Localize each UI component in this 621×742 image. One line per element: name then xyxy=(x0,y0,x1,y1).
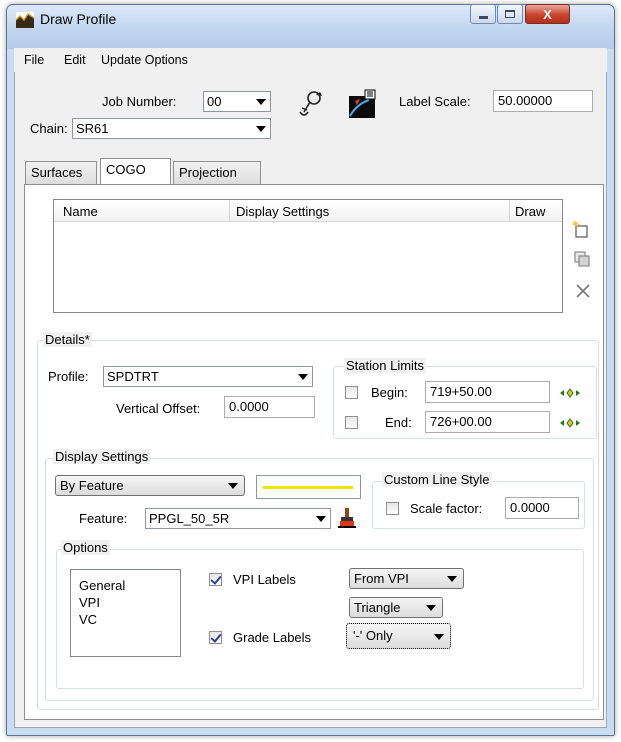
close-icon: X xyxy=(543,6,552,22)
chain-label: Chain: xyxy=(30,121,68,136)
profile-label: Profile: xyxy=(48,369,89,384)
maximize-button[interactable] xyxy=(497,4,523,24)
anchor-select-icon[interactable] xyxy=(297,88,327,120)
vpi-shape-dropdown[interactable]: Triangle xyxy=(349,597,443,618)
maximize-icon xyxy=(505,10,515,18)
cogo-table[interactable]: Name Display Settings Draw xyxy=(53,199,563,313)
list-item[interactable]: VC xyxy=(79,612,97,627)
feature-dropdown[interactable]: PPGL_50_5R xyxy=(145,508,331,529)
custom-line-style-title: Custom Line Style xyxy=(382,472,492,487)
scale-factor-label: Scale factor: xyxy=(410,501,483,516)
menu-edit[interactable]: Edit xyxy=(64,53,86,67)
vpi-shape-value: Triangle xyxy=(354,600,401,615)
label-scale-label: Label Scale: xyxy=(399,94,471,109)
end-field[interactable]: 726+00.00 xyxy=(425,411,550,433)
line-color-sample xyxy=(263,486,353,489)
job-number-dropdown[interactable]: 00 xyxy=(203,91,271,112)
target-pick-icon[interactable] xyxy=(560,416,580,430)
delete-x-icon[interactable] xyxy=(574,282,592,300)
station-limits-title: Station Limits xyxy=(344,358,427,373)
options-title: Options xyxy=(61,540,110,555)
draw-profile-icon[interactable] xyxy=(345,88,377,120)
tab-cogo[interactable]: COGO xyxy=(100,158,171,184)
chevron-down-icon xyxy=(426,605,436,611)
window-title: Draw Profile xyxy=(40,11,117,27)
column-header-display-settings[interactable]: Display Settings xyxy=(236,204,329,219)
display-mode-dropdown[interactable]: By Feature xyxy=(55,475,245,496)
scale-factor-checkbox[interactable] xyxy=(386,502,399,515)
vertical-offset-field[interactable]: 0.0000 xyxy=(224,396,315,418)
display-mode-value: By Feature xyxy=(60,478,124,493)
chevron-down-icon xyxy=(228,483,238,489)
column-header-name[interactable]: Name xyxy=(63,204,98,219)
column-divider[interactable] xyxy=(509,200,510,222)
begin-field[interactable]: 719+50.00 xyxy=(425,381,550,403)
begin-checkbox[interactable] xyxy=(345,386,358,399)
close-button[interactable]: X xyxy=(525,4,570,24)
grade-labels-label: Grade Labels xyxy=(233,630,312,645)
profile-dropdown[interactable]: SPDTRT xyxy=(103,366,313,387)
copy-item-icon[interactable] xyxy=(573,250,591,268)
chevron-down-icon xyxy=(256,126,266,132)
chevron-down-icon xyxy=(298,374,308,380)
feature-value: PPGL_50_5R xyxy=(149,511,230,526)
details-title: Details* xyxy=(43,332,92,347)
menu-update-options[interactable]: Update Options xyxy=(101,53,188,67)
chevron-down-icon xyxy=(256,99,266,105)
profile-value: SPDTRT xyxy=(107,369,159,384)
chevron-down-icon xyxy=(316,516,326,522)
vertical-offset-label: Vertical Offset: xyxy=(116,401,201,416)
job-number-value: 00 xyxy=(207,94,222,109)
column-header-draw[interactable]: Draw xyxy=(515,204,545,219)
chevron-down-icon xyxy=(434,634,444,640)
line-color-swatch[interactable] xyxy=(256,475,361,499)
end-label: End: xyxy=(385,415,412,430)
add-item-icon[interactable] xyxy=(572,220,590,239)
column-divider[interactable] xyxy=(229,200,230,222)
vpi-labels-checkbox[interactable] xyxy=(209,573,222,586)
scale-factor-value: 0.0000 xyxy=(510,500,550,515)
list-item[interactable]: General xyxy=(79,578,125,593)
tab-surfaces[interactable]: Surfaces xyxy=(25,161,97,185)
vpi-from-value: From VPI xyxy=(354,571,409,586)
grade-only-value: '-' Only xyxy=(353,628,393,643)
menu-file[interactable]: File xyxy=(24,53,44,67)
end-value: 726+00.00 xyxy=(430,414,492,429)
end-checkbox[interactable] xyxy=(345,416,358,429)
chevron-down-icon xyxy=(447,576,457,582)
display-settings-title: Display Settings xyxy=(53,449,151,464)
label-scale-value: 50.00000 xyxy=(498,93,553,108)
chain-dropdown[interactable]: SR61 xyxy=(72,118,271,139)
vpi-labels-label: VPI Labels xyxy=(233,572,296,587)
minimize-button[interactable] xyxy=(470,4,496,24)
grade-labels-checkbox[interactable] xyxy=(209,631,222,644)
style-brush-icon[interactable] xyxy=(338,507,356,529)
begin-label: Begin: xyxy=(371,385,408,400)
feature-label: Feature: xyxy=(79,511,128,526)
label-scale-field[interactable]: 50.00000 xyxy=(493,90,593,112)
vpi-from-dropdown[interactable]: From VPI xyxy=(349,568,464,589)
job-number-label: Job Number: xyxy=(102,94,177,109)
vertical-offset-value: 0.0000 xyxy=(229,399,269,414)
options-category-list[interactable]: General VPI VC xyxy=(70,569,181,657)
minimize-icon xyxy=(478,15,488,19)
chain-value: SR61 xyxy=(76,121,109,136)
scale-factor-field[interactable]: 0.0000 xyxy=(505,497,579,519)
target-pick-icon[interactable] xyxy=(560,386,580,400)
tab-projection[interactable]: Projection xyxy=(173,161,261,185)
grade-only-dropdown[interactable]: '-' Only xyxy=(346,623,451,649)
begin-value: 719+50.00 xyxy=(430,384,492,399)
list-item[interactable]: VPI xyxy=(79,595,100,610)
profile-app-icon xyxy=(15,12,35,28)
